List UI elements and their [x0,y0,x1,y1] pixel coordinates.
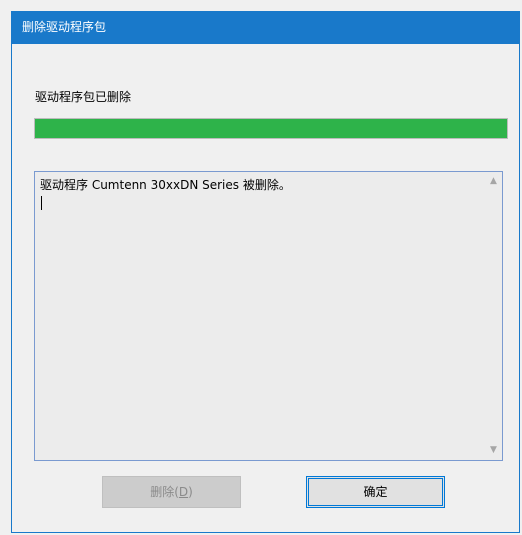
delete-button-label-prefix: 删除( [150,485,179,499]
title-bar[interactable]: 删除驱动程序包 [12,11,519,44]
progress-bar-fill [35,119,507,138]
text-caret [41,196,42,210]
window-title: 删除驱动程序包 [22,20,107,34]
progress-bar [34,118,508,139]
delete-button[interactable]: 删除(D) [102,476,241,508]
log-line: 驱动程序 Cumtenn 30xxDN Series 被删除。 [40,178,291,192]
ok-button[interactable]: 确定 [306,476,445,508]
chevron-down-icon[interactable]: ▼ [485,442,502,459]
ok-button-focus-border [308,478,443,506]
chevron-up-icon[interactable]: ▲ [485,173,502,190]
status-label: 驱动程序包已删除 [35,90,132,104]
delete-button-label-suffix: ) [188,485,193,499]
log-textarea[interactable]: 驱动程序 Cumtenn 30xxDN Series 被删除。 ▲ ▼ [34,171,503,461]
delete-driver-package-dialog: 删除驱动程序包 驱动程序包已删除 驱动程序 Cumtenn 30xxDN Ser… [11,11,520,533]
vertical-scrollbar[interactable]: ▲ ▼ [485,172,502,460]
delete-button-mnemonic: D [178,485,189,499]
